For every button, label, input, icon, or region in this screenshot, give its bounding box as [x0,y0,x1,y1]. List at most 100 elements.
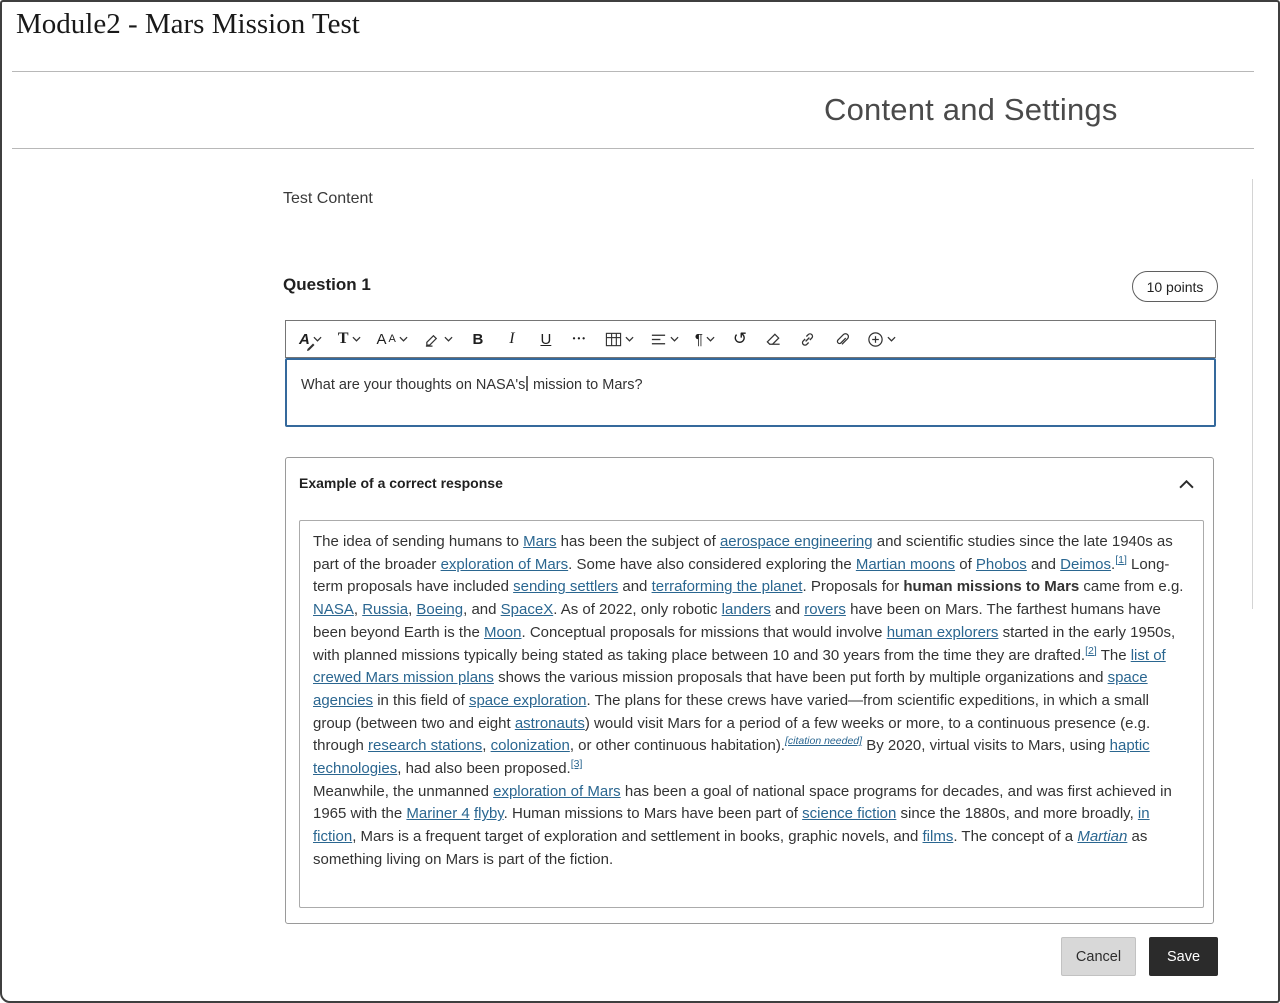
panel-title: Content and Settings [824,92,1118,128]
link-button[interactable] [794,324,822,354]
font-size-button[interactable]: A A [372,324,413,354]
content-text: of [955,556,976,573]
chevron-down-icon [399,336,408,342]
content-link[interactable]: astronauts [515,715,585,732]
content-text: shows the various mission proposals that… [494,669,1108,686]
eraser-button[interactable] [760,324,788,354]
bold-button[interactable]: B [464,324,492,354]
font-style-button[interactable]: T [333,324,366,354]
content-link[interactable]: terraforming the planet [652,578,803,595]
content-link[interactable]: research stations [368,737,482,754]
content-link[interactable]: Mars [523,533,556,550]
content-link[interactable]: rovers [804,601,846,618]
content-link[interactable]: colonization [491,737,570,754]
plus-circle-icon [867,331,884,348]
content-text: . Some have also considered exploring th… [568,556,856,573]
content-link[interactable]: exploration of Mars [493,783,621,800]
content-link[interactable]: films [923,828,954,845]
chevron-down-icon [670,336,679,342]
content-text: has been the subject of [556,533,719,550]
content-link[interactable]: NASA [313,601,354,618]
text-cursor [526,376,528,391]
question-prompt-editor[interactable]: What are your thoughts on NASA's mission… [285,358,1216,427]
underline-button[interactable]: U [532,324,560,354]
chevron-down-icon [887,336,896,342]
link-icon [799,331,816,348]
content-link[interactable]: Russia [362,601,408,618]
content-link[interactable]: exploration of Mars [441,556,569,573]
content-link[interactable]: [citation needed] [785,735,862,747]
undo-button[interactable]: ↺ [726,324,754,354]
example-response-header: Example of a correct response [299,475,503,491]
underline-icon: U [540,332,551,347]
content-text: and [1027,556,1060,573]
attachment-button[interactable] [828,324,856,354]
content-link[interactable]: Boeing [416,601,463,618]
content-text: human missions to Mars [903,578,1079,595]
content-link[interactable]: flyby [474,805,504,822]
content-link[interactable]: sending settlers [513,578,618,595]
points-pill[interactable]: 10 points [1132,271,1218,302]
paragraph-icon: ¶ [695,332,703,347]
bold-icon: B [472,332,483,347]
text-color-button[interactable]: A [294,324,327,354]
test-content-label: Test Content [283,190,373,208]
content-text: since the 1880s, and more broadly, [896,805,1138,822]
content-link[interactable]: SpaceX [501,601,554,618]
content-link[interactable]: Martian moons [856,556,955,573]
highlight-icon [424,331,441,348]
cancel-button[interactable]: Cancel [1061,937,1136,976]
insert-content-button[interactable] [862,324,901,354]
paragraph-button[interactable]: ¶ [690,324,720,354]
content-text: in this field of [373,692,469,709]
align-icon [650,331,667,348]
content-link[interactable]: [1] [1115,554,1127,566]
chevron-up-icon [1179,480,1194,489]
content-link[interactable]: aerospace engineering [720,533,873,550]
question-title: Question 1 [283,275,371,295]
content-link[interactable]: science fiction [802,805,896,822]
align-button[interactable] [645,324,684,354]
content-text: . Conceptual proposals for missions that… [522,624,887,641]
content-text: , [354,601,362,618]
content-link[interactable]: Martian [1077,828,1127,845]
content-text: , Mars is a frequent target of explorati… [352,828,922,845]
chevron-down-icon [625,336,634,342]
content-text: and [771,601,804,618]
italic-button[interactable]: I [498,324,526,354]
content-link[interactable]: Phobos [976,556,1027,573]
chevron-down-icon [313,336,322,342]
highlight-button[interactable] [419,324,458,354]
content-text: . The concept of a [953,828,1077,845]
paperclip-icon [833,331,850,348]
content-link[interactable]: Deimos [1060,556,1111,573]
collapse-button[interactable] [1171,469,1201,499]
content-link[interactable]: Moon [484,624,522,641]
question-prompt-text: mission to Mars? [529,377,643,393]
font-size-small-icon: A [389,334,396,345]
content-link[interactable]: human explorers [887,624,999,641]
panel-edge [1252,179,1253,609]
example-response-text[interactable]: The idea of sending humans to Mars has b… [299,520,1204,908]
content-text: The [1097,647,1131,664]
editor-toolbar: A T A A B I U [285,320,1216,358]
more-options-button[interactable]: ••• [566,324,594,354]
content-text: and [618,578,651,595]
content-text: The idea of sending humans to [313,533,523,550]
content-link[interactable]: [3] [571,758,583,770]
content-link[interactable]: [2] [1085,645,1097,657]
eraser-icon [765,331,782,348]
content-link[interactable]: landers [722,601,771,618]
chevron-down-icon [444,336,453,342]
pencil-icon [307,343,315,351]
content-text: . As of 2022, only robotic [553,601,721,618]
content-link[interactable]: space exploration [469,692,587,709]
table-button[interactable] [600,324,639,354]
header-divider [12,71,1254,72]
content-text: . Proposals for [802,578,903,595]
content-text: , or other continuous habitation). [570,737,785,754]
table-icon [605,331,622,348]
save-button[interactable]: Save [1149,937,1218,976]
content-link[interactable]: Mariner 4 [406,805,469,822]
example-response-panel: Example of a correct response The idea o… [285,457,1214,924]
